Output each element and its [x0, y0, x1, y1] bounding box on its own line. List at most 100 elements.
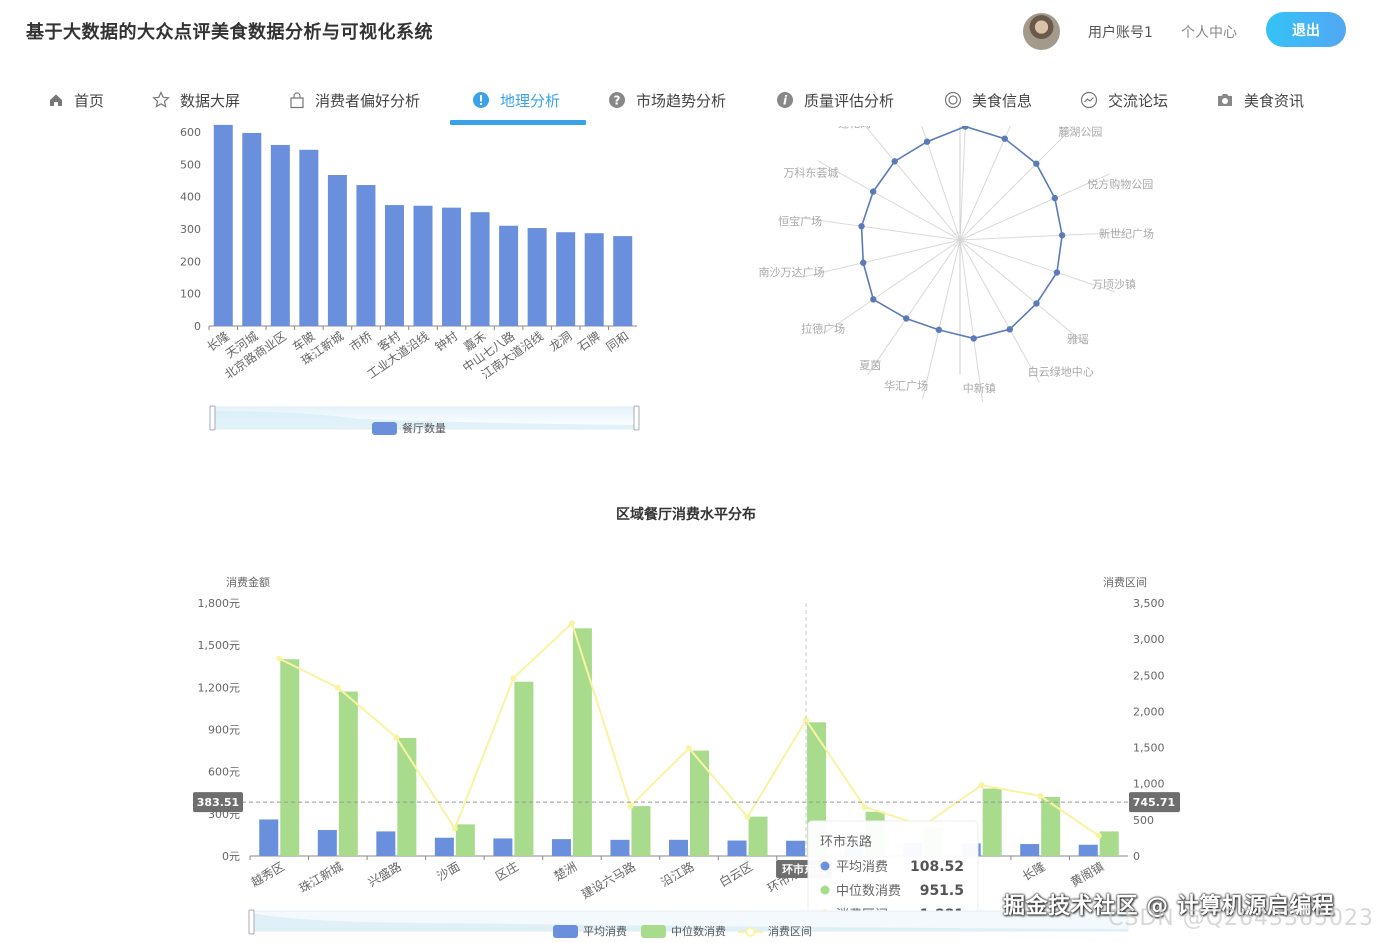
y-tick-right-label: 3,500	[1133, 597, 1165, 610]
bar-median-consumption	[748, 816, 768, 856]
bar-avg-consumption	[727, 840, 747, 856]
legend-swatch	[641, 925, 666, 938]
tooltip-series-name: 中位数消费	[836, 884, 901, 899]
legend-label: 平均消费	[583, 924, 627, 938]
radar-spoke	[867, 239, 961, 376]
y-tick-right-label: 3,000	[1133, 633, 1165, 646]
radar-point	[903, 315, 910, 322]
radar-label: 榄核镇	[883, 91, 916, 105]
chart-title: 区域餐厅消费水平分布	[616, 506, 756, 523]
x-category-label: 沙面	[435, 859, 463, 883]
x-category-label: 市桥	[346, 328, 374, 354]
line-point	[568, 620, 575, 627]
radar-label: 雅瑶	[1067, 332, 1089, 346]
radar-point	[962, 126, 969, 130]
radar-spoke	[959, 126, 1075, 241]
x-category-label: 珠江新城	[296, 859, 345, 896]
radar-point	[1033, 300, 1040, 307]
nav-label: 美食资讯	[1244, 91, 1305, 110]
bar-avg-consumption	[1078, 844, 1098, 856]
datazoom-handle-left	[248, 909, 255, 935]
bar-restaurant-count	[270, 144, 290, 326]
y-tick-label: 0	[194, 320, 201, 333]
legend-label: 中位数消费	[671, 924, 726, 938]
consumption-level-chart: 区域餐厅消费水平分布消费金额 消费区间0元300元600元900元1,200元1,…	[193, 506, 1180, 938]
y-tick-right-label: 1,000	[1133, 778, 1165, 791]
line-point	[334, 684, 341, 691]
line-point	[627, 803, 634, 810]
x-category-label: 区庄	[493, 859, 521, 884]
radar-spoke	[959, 239, 1086, 345]
line-point	[686, 745, 692, 752]
y-tick-right-label: 1,500	[1133, 742, 1165, 755]
radar-point	[1058, 232, 1066, 239]
bar-avg-consumption	[551, 839, 571, 856]
bar-restaurant-count	[356, 185, 376, 326]
line-point	[276, 655, 283, 662]
bar-restaurant-count	[299, 149, 319, 326]
line-point	[1037, 793, 1044, 800]
line-point	[978, 782, 985, 789]
radar-point	[1051, 194, 1059, 202]
y-tick-right-label: 0	[1133, 850, 1140, 863]
bar-restaurant-count	[327, 175, 347, 326]
radar-label: 夏茵	[859, 359, 881, 372]
radar-label: 中新镇	[963, 381, 996, 395]
radar-spoke	[959, 126, 1011, 241]
bar-avg-consumption	[610, 839, 630, 856]
radar-point	[870, 296, 877, 303]
bar-avg-consumption	[317, 829, 337, 856]
datazoom-handle-left	[209, 405, 216, 431]
bar-restaurant-count	[556, 232, 576, 326]
y-axis-right-name: 消费区间	[1103, 575, 1147, 589]
bar-avg-consumption	[259, 819, 279, 856]
bar-avg-consumption	[669, 839, 688, 856]
legend-swatch	[372, 422, 397, 435]
y-tick-label: 400	[180, 191, 201, 204]
legend-swatch	[553, 925, 578, 938]
bar-restaurant-count	[584, 233, 604, 326]
radar-spoke	[864, 126, 961, 241]
x-category-label: 越秀区	[249, 859, 287, 889]
line-point	[1095, 832, 1102, 839]
radar-label: 悦方购物公园	[1087, 177, 1153, 191]
radar-label: 万科东荟城	[783, 165, 838, 179]
radar-label: 拉德广场	[801, 322, 845, 336]
tooltip-series-name: 平均消费	[836, 860, 888, 875]
x-category-label: 黄阁镇	[1068, 859, 1106, 889]
radar-spoke	[921, 126, 961, 241]
bar-avg-consumption	[493, 838, 513, 856]
y-tick-label: 600	[180, 126, 201, 139]
radar-point	[869, 188, 877, 195]
y-tick-label: 300	[180, 223, 201, 236]
y-tick-right-label: 500	[1133, 814, 1154, 827]
radar-spoke	[922, 239, 961, 400]
bar-restaurant-count	[442, 207, 462, 326]
x-category-label: 白云区	[716, 859, 755, 890]
x-category-label: 建设六马路	[578, 859, 637, 902]
x-category-label: 龙洞	[547, 329, 575, 354]
logout-button[interactable]: 退出	[1266, 12, 1346, 47]
legend-swatch-dot	[745, 927, 756, 937]
y-tick-left-label: 900元	[208, 724, 240, 737]
radar-spoke	[959, 239, 984, 402]
radar-point	[1033, 160, 1040, 167]
radar-spoke	[824, 239, 961, 333]
y-tick-left-label: 600元	[208, 766, 240, 779]
bar-median-consumption	[690, 750, 709, 856]
bar-restaurant-count	[213, 124, 233, 327]
x-category-label: 沿江路	[658, 859, 697, 890]
watermark-csdn: CSDN @Q2643365023	[1108, 906, 1375, 931]
bar-avg-consumption	[1020, 844, 1040, 856]
bar-restaurant-count	[413, 205, 433, 326]
line-point	[744, 813, 751, 820]
radar-spoke	[959, 126, 966, 241]
datazoom-handle-right	[633, 405, 640, 431]
bar-median-consumption	[1099, 831, 1119, 856]
crosshair-right-label: 745.71	[1133, 796, 1175, 809]
bar-restaurant-count	[613, 236, 633, 326]
bar-median-consumption	[631, 806, 651, 856]
radar-label: 新世纪广场	[1099, 227, 1154, 241]
bar-median-consumption	[572, 628, 592, 856]
radar-label: 恒宝广场	[778, 214, 822, 228]
